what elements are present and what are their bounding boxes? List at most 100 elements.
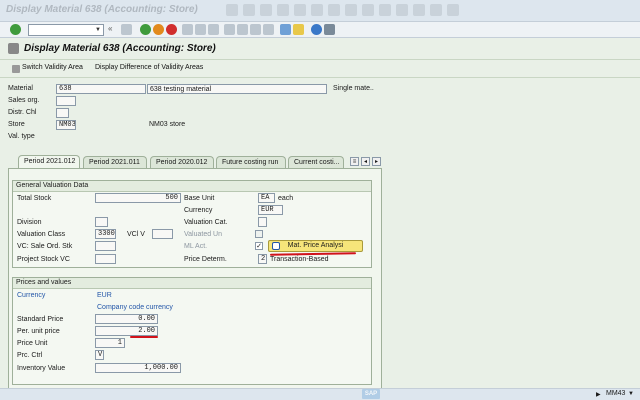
application-toolbar: Switch Validity Area Display Difference … [0,60,640,78]
project-stock-label: Project Stock VC [17,256,70,263]
switch-icon [12,65,20,73]
last-page-icon[interactable] [263,24,274,35]
sales-org-field[interactable] [56,96,76,106]
material-label: Material [8,85,33,92]
play-icon[interactable]: ▶ [596,391,601,398]
currency-field[interactable]: EUR [258,205,283,215]
prc-ctrl-field[interactable]: V [95,350,104,360]
cancel-icon[interactable] [260,4,272,16]
tab-list-icon[interactable]: ≡ [350,157,359,166]
red-underline-price-annotation [130,336,158,338]
inventory-value-field[interactable]: 1,000.00 [95,363,181,373]
material-description: 638 testing material [147,84,327,94]
shortcut-icon[interactable] [293,24,304,35]
chevron-down-icon[interactable]: ▼ [95,27,101,33]
print-icon[interactable] [182,24,193,35]
shortcut-icon[interactable] [413,4,425,16]
tab-future-costing-run[interactable]: Future costing run [216,156,286,168]
new-session-icon[interactable] [280,24,291,35]
valuation-cat-field[interactable] [258,217,267,227]
price-currency-value: EUR [97,292,112,299]
tab-prev-icon[interactable]: ◂ [361,157,370,166]
next-page-icon[interactable] [250,24,261,35]
exit-orange-icon[interactable] [153,24,164,35]
valuation-class-field[interactable]: 3300 [95,229,116,239]
customize-layout-icon[interactable] [324,24,335,35]
general-valuation-header: General Valuation Data [13,181,371,192]
standard-price-label: Standard Price [17,316,64,323]
tab-period-2020-012[interactable]: Period 2020.012 [150,156,214,168]
base-unit-field[interactable]: EA [258,193,275,203]
help-icon[interactable] [311,24,322,35]
mat-price-analysis-label: Mat. Price Analysi [287,242,344,249]
ml-act-checkbox[interactable]: ✓ [255,242,263,250]
find-next-icon[interactable] [311,4,323,16]
next-page-icon[interactable] [362,4,374,16]
back-icon[interactable] [226,4,238,16]
menu-title: Display Material 638 (Accounting: Store) [6,4,198,15]
standard-price-field[interactable]: 0.00 [95,314,158,324]
price-determ-field[interactable]: 2 [258,254,267,264]
layout-icon[interactable] [447,4,459,16]
tab-period-2021-012[interactable]: Period 2021.012 [18,155,80,169]
val-type-label: Val. type [8,133,35,140]
find-icon[interactable] [195,24,206,35]
prev-page-icon[interactable] [345,4,357,16]
mat-price-analysis-button[interactable]: Mat. Price Analysi [268,240,363,252]
price-unit-label: Price Unit [17,340,48,347]
valuated-un-checkbox[interactable] [255,230,263,238]
screen-icon [8,43,19,54]
per-unit-price-field[interactable]: 2.00 [95,326,158,336]
single-mat-text: Single mate.. [333,85,374,92]
inventory-value-label: Inventory Value [17,365,66,372]
store-description: NM03 store [149,121,186,128]
print-icon[interactable] [277,4,289,16]
material-field[interactable]: 638 [56,84,146,94]
status-bar: SAP ▶ MM43 ▼ [0,388,640,400]
save-icon[interactable] [121,24,132,35]
find-next-icon[interactable] [208,24,219,35]
valuated-un-label: Valuated Un [184,231,223,238]
tab-period-2021-011[interactable]: Period 2021.011 [83,156,147,168]
store-field[interactable]: NM03 [56,120,76,130]
command-field[interactable]: ▼ [28,24,104,36]
first-page-icon[interactable] [328,4,340,16]
per-unit-price-label: Per. unit price [17,328,60,335]
price-unit-field[interactable]: 1 [95,338,125,348]
total-stock-label: Total Stock [17,195,52,202]
price-determ-description: Transaction-Based [270,256,329,263]
title-bar: Display Material 638 (Accounting: Store) [0,38,640,60]
back-green-icon[interactable] [140,24,151,35]
vcl-v-field[interactable] [152,229,173,239]
tab-next-icon[interactable]: ▸ [372,157,381,166]
display-difference-button[interactable]: Display Difference of Validity Areas [95,64,203,71]
distr-chl-label: Distr. Chl [8,109,37,116]
find-icon[interactable] [294,4,306,16]
vc-sale-ord-field[interactable] [95,241,116,251]
new-session-icon[interactable] [396,4,408,16]
company-code-currency: Company code currency [97,304,173,311]
division-label: Division [17,219,42,226]
vcl-v-label: VCl V [127,231,145,238]
prev-page-icon[interactable] [237,24,248,35]
switch-validity-button[interactable]: Switch Validity Area [22,64,83,71]
exit-icon[interactable] [243,4,255,16]
page-title: Display Material 638 (Accounting: Store) [24,43,216,54]
enter-check-icon[interactable] [10,24,21,35]
double-left-icon[interactable]: « [108,24,119,35]
help-icon[interactable] [430,4,442,16]
chevron-down-icon[interactable]: ▼ [628,391,634,397]
project-stock-field[interactable] [95,254,116,264]
cancel-red-icon[interactable] [166,24,177,35]
tab-current-costing[interactable]: Current costi... [288,156,344,168]
division-field[interactable] [95,217,108,227]
price-currency-label: Currency [17,292,46,299]
distr-chl-field[interactable] [56,108,69,118]
system-info[interactable]: MM43 [606,390,625,397]
sap-logo: SAP [362,389,380,399]
last-page-icon[interactable] [379,4,391,16]
first-page-icon[interactable] [224,24,235,35]
valuation-cat-label: Valuation Cat. [184,219,228,226]
ml-act-label: ML Act. [184,243,208,250]
total-stock-field[interactable]: 500 [95,193,181,203]
